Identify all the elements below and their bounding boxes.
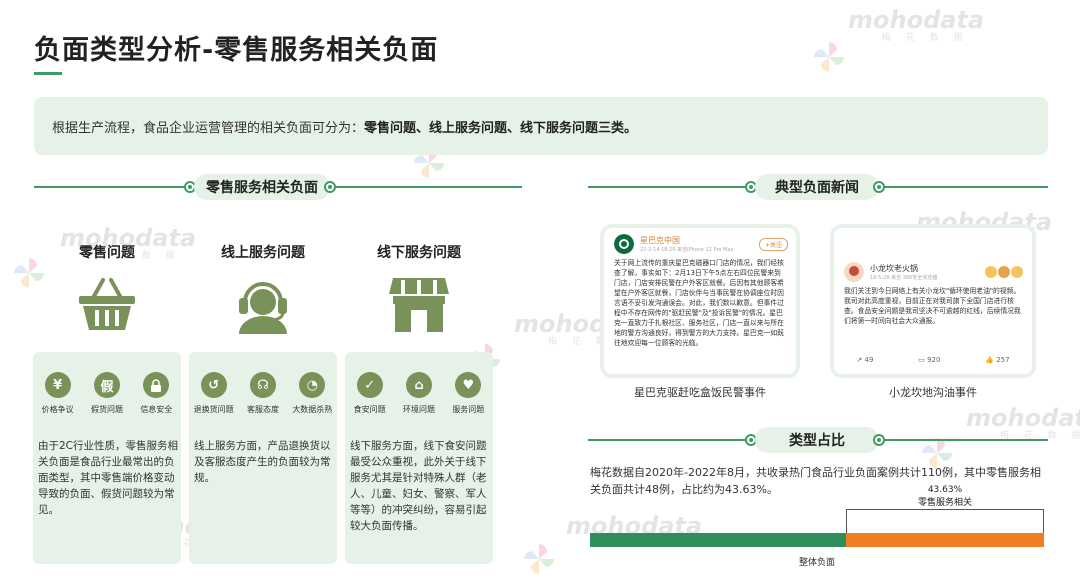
sub-item-label: 食安问题	[353, 405, 386, 414]
sub-item: ☊ 客服态度	[240, 372, 286, 415]
mascot-sticker-icon	[985, 266, 1023, 278]
sub-item-label: 退换货问题	[193, 405, 234, 414]
news-caption: 星巴克驱赶吃盒饭民警事件	[634, 386, 766, 399]
sub-item-label: 客服态度	[246, 405, 279, 414]
sub-item: ✓ 食安问题	[347, 372, 393, 415]
news-caption: 小龙坎地沟油事件	[889, 386, 977, 399]
shield-check-icon: ✓	[356, 372, 383, 398]
section-dot	[324, 181, 336, 193]
section-dot	[873, 434, 885, 446]
sub-item: 信息安全	[133, 372, 179, 415]
column-title-offline: 线下服务问题	[377, 245, 461, 261]
sub-item: ↺ 退换货问题	[191, 372, 237, 415]
post-meta: 18-5-28 来自 360安全浏览器	[870, 275, 938, 281]
return-goods-icon: ↺	[200, 372, 227, 398]
section-pill-retail: 零售服务相关负面	[194, 174, 330, 200]
card-description: 线下服务方面，线下食安问题最受公众重视，此外关于线下服务尤其是针对特殊人群（老人…	[350, 440, 487, 532]
shopping-basket-icon	[79, 278, 135, 330]
watermark: mohodata梅 花 数 据	[848, 6, 985, 43]
sub-item: ♥ 服务问题	[445, 372, 491, 415]
fake-icon: 假	[93, 372, 120, 398]
headset-icon: ☊	[249, 372, 276, 398]
bar-segment-retail	[846, 533, 1044, 547]
like-stat[interactable]: 👍 257	[985, 356, 1009, 364]
heart-hand-icon: ♥	[455, 372, 482, 398]
share-stat[interactable]: ↗ 49	[856, 356, 873, 364]
title-underline	[34, 72, 62, 75]
sub-item-label: 环境问题	[402, 405, 435, 414]
card-retail: ¥ 价格争议 假假货问题 信息安全 由于2C行业性质，零售服务相关负面是食品行业最…	[33, 352, 181, 564]
watermark: mohodata梅 花 数 据	[966, 404, 1080, 441]
yen-icon: ¥	[44, 372, 71, 398]
section-dot	[873, 181, 885, 193]
intro-banner: 根据生产流程，食品企业运营管理的相关负面可分为： 零售问题、线上服务问题、线下服务…	[34, 97, 1048, 155]
intro-text: 根据生产流程，食品企业运营管理的相关负面可分为：	[52, 120, 365, 136]
bar-caption: 整体负面	[798, 558, 835, 568]
customer-service-icon	[239, 282, 287, 334]
post-meta: 22-2-14 18:20 来自iPhone 12 Pro Max	[640, 247, 734, 253]
card-description: 线上服务方面，产品退换货以及客服态度产生的负面较为常规。	[194, 440, 331, 484]
sub-item-label: 服务问题	[452, 405, 485, 414]
page-title: 负面类型分析-零售服务相关负面	[34, 35, 439, 66]
news-body: 关于网上流传的重庆星巴克磁器口门店的情况，我们经核查了解，事实如下：2月13日下…	[614, 259, 784, 347]
intro-highlight: 零售问题、线上服务问题、线下服务问题三类。	[364, 120, 638, 136]
account-name: 星巴克中国	[640, 236, 680, 245]
news-card-starbucks[interactable]: 星巴克中国 22-2-14 18:20 来自iPhone 12 Pro Max …	[604, 228, 796, 374]
bracket-left	[846, 509, 847, 533]
news-stats: ↗ 49 ▭ 920 👍 257	[834, 356, 1032, 364]
bar-segment-other	[590, 533, 846, 547]
home-icon: ⌂	[405, 372, 432, 398]
section-pill-news: 典型负面新闻	[755, 174, 879, 200]
card-offline: ✓ 食安问题 ⌂ 环境问题 ♥ 服务问题 线下服务方面，线下食安问题最受公众重视，此外…	[345, 352, 493, 564]
sub-item-label: 大数据杀熟	[292, 405, 333, 414]
section-pill-share: 类型占比	[755, 427, 879, 453]
follow-button[interactable]: +关注	[758, 237, 788, 251]
bracket-right	[1043, 509, 1044, 533]
xiaolongkan-avatar	[844, 262, 864, 282]
store-icon	[389, 278, 449, 332]
info-lock-icon	[143, 372, 170, 398]
news-body: 我们关注到今日网络上有关小龙坎"循环使用老油"的视频。我司对此高度重视，目前正在…	[844, 287, 1021, 325]
sub-item-label: 信息安全	[140, 405, 173, 414]
account-name: 小龙坎老火锅	[870, 264, 918, 273]
column-title-retail: 零售问题	[79, 245, 135, 261]
comment-stat[interactable]: ▭ 920	[918, 356, 940, 364]
pinwheel-logo-icon	[814, 42, 844, 72]
starbucks-avatar	[614, 234, 634, 254]
sub-item: 假假货问题	[84, 372, 130, 415]
percent-label: 43.63% 零售服务相关	[917, 485, 972, 508]
sub-item: ¥ 价格争议	[35, 372, 81, 415]
column-title-online: 线上服务问题	[221, 245, 305, 261]
data-chart-icon: ◔	[299, 372, 326, 398]
sub-item: ⌂ 环境问题	[396, 372, 442, 415]
pinwheel-logo-icon	[524, 544, 554, 574]
card-online: ↺ 退换货问题 ☊ 客服态度 ◔ 大数据杀熟 线上服务方面，产品退换货以及客服态度产生…	[189, 352, 337, 564]
sub-item: ◔ 大数据杀熟	[289, 372, 335, 415]
news-card-xiaolongkan[interactable]: 小龙坎老火锅 18-5-28 来自 360安全浏览器 我们关注到今日网络上有关小…	[834, 228, 1032, 374]
bracket-top	[846, 509, 1044, 510]
sub-item-label: 价格争议	[41, 405, 74, 414]
card-description: 由于2C行业性质，零售服务相关负面是食品行业最常出的负面类型，其中零售端价格变动…	[38, 440, 179, 516]
sub-item-label: 假货问题	[90, 405, 123, 414]
